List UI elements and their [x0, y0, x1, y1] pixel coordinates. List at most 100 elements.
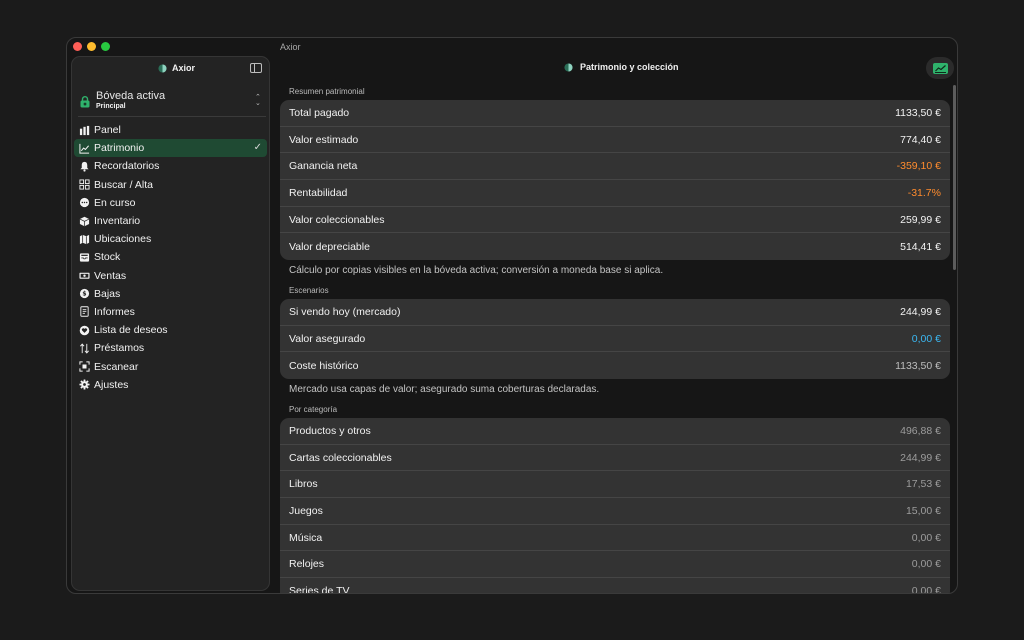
checkmark-icon: ✓	[253, 142, 262, 154]
grid-icon	[78, 179, 90, 191]
sidebar-item-bajas[interactable]: $ Bajas	[74, 285, 267, 303]
sidebar-item-label: Lista de deseos	[94, 324, 168, 337]
zoom-window-button[interactable]	[101, 42, 110, 51]
sidebar-item-en-curso[interactable]: En curso	[74, 194, 267, 212]
heart-icon	[78, 324, 90, 336]
table-row: Si vendo hoy (mercado) 244,99 €	[280, 299, 950, 326]
row-value: -31.7%	[907, 186, 941, 199]
report-icon	[78, 306, 90, 318]
app-logo-icon	[158, 64, 167, 73]
section-title-categories: Por categoría	[289, 405, 338, 414]
row-value: 0,00 €	[911, 558, 941, 571]
row-label: Rentabilidad	[289, 186, 348, 199]
vault-lock-icon	[80, 96, 90, 108]
sidebar-item-label: Informes	[94, 305, 135, 318]
sidebar-item-ubicaciones[interactable]: Ubicaciones	[74, 230, 267, 248]
row-label: Series de TV	[289, 585, 350, 594]
table-row: Coste histórico 1133,50 €	[280, 352, 950, 379]
sidebar-item-escanear[interactable]: Escanear	[74, 357, 267, 375]
chart-toggle-button[interactable]	[926, 57, 954, 79]
row-label: Valor estimado	[289, 133, 359, 146]
table-row: Valor asegurado 0,00 €	[280, 326, 950, 353]
sidebar-nav: Panel Patrimonio ✓ Recordatorios Buscar …	[72, 121, 269, 394]
sidebar-item-label: Patrimonio	[94, 142, 145, 155]
table-row: Productos y otros 496,88 €	[280, 418, 950, 445]
sidebar-item-label: Ventas	[94, 269, 127, 282]
vault-selector[interactable]: Bóveda activa Principal ⌃ ⌄	[78, 89, 266, 117]
sidebar-item-ventas[interactable]: Ventas	[74, 267, 267, 285]
sidebar-toggle-icon[interactable]	[250, 63, 262, 73]
scenarios-note: Mercado usa capas de valor; asegurado su…	[289, 384, 600, 395]
box-icon	[78, 215, 90, 227]
row-value: 244,99 €	[900, 305, 941, 318]
row-label: Relojes	[289, 558, 325, 571]
sidebar-item-informes[interactable]: Informes	[74, 303, 267, 321]
cash-icon	[78, 270, 90, 282]
row-label: Total pagado	[289, 106, 350, 119]
row-label: Coste histórico	[289, 359, 359, 372]
sidebar-item-label: En curso	[94, 196, 136, 209]
close-window-button[interactable]	[73, 42, 82, 51]
section-title-scenarios: Escenarios	[289, 286, 329, 295]
sidebar-item-label: Stock	[94, 251, 121, 264]
sidebar-item-label: Panel	[94, 124, 121, 137]
table-row: Cartas coleccionables 244,99 €	[280, 445, 950, 472]
row-value: -359,10 €	[896, 160, 941, 173]
bell-icon	[78, 160, 90, 172]
sidebar-item-label: Bajas	[94, 287, 121, 300]
sidebar-item-inventario[interactable]: Inventario	[74, 212, 267, 230]
row-label: Juegos	[289, 504, 323, 517]
scenarios-card: Si vendo hoy (mercado) 244,99 € Valor aseg…	[280, 299, 950, 380]
table-row: Valor depreciable 514,41 €	[280, 233, 950, 260]
sidebar-item-label: Préstamos	[94, 342, 145, 355]
svg-text:$: $	[82, 291, 86, 298]
row-label: Productos y otros	[289, 424, 371, 437]
vertical-scrollbar[interactable]	[953, 85, 956, 270]
bar-chart-icon	[78, 124, 90, 136]
row-value: 1133,50 €	[895, 359, 941, 372]
row-value: 15,00 €	[905, 504, 941, 517]
row-label: Libros	[289, 478, 318, 491]
sidebar-item-buscar-alta[interactable]: Buscar / Alta	[74, 176, 267, 194]
row-label: Si vendo hoy (mercado)	[289, 305, 401, 318]
page-title: Patrimonio y colección	[580, 62, 679, 72]
row-value: 496,88 €	[900, 424, 941, 437]
window-title: Axior	[280, 42, 301, 52]
main-header: Patrimonio y colección	[272, 56, 957, 80]
sidebar: Axior Bóveda activa Principal ⌃ ⌄ Panel P…	[71, 56, 270, 591]
row-label: Valor coleccionables	[289, 213, 385, 226]
chevron-updown-icon: ⌃ ⌄	[255, 94, 261, 107]
minimize-window-button[interactable]	[87, 42, 96, 51]
summary-note: Cálculo por copias visibles en la bóveda…	[289, 265, 664, 276]
sidebar-item-label: Inventario	[94, 215, 141, 228]
table-row: Valor estimado 774,40 €	[280, 127, 950, 154]
table-row: Libros 17,53 €	[280, 471, 950, 499]
app-logo-icon	[564, 63, 573, 72]
section-title-summary: Resumen patrimonial	[289, 87, 365, 96]
gear-icon	[78, 379, 90, 391]
sidebar-item-lista-de-deseos[interactable]: Lista de deseos	[74, 321, 267, 339]
sidebar-item-label: Ubicaciones	[94, 233, 152, 246]
map-icon	[78, 233, 90, 245]
sidebar-item-recordatorios[interactable]: Recordatorios	[74, 157, 267, 175]
row-label: Ganancia neta	[289, 160, 358, 173]
row-label: Valor depreciable	[289, 240, 370, 253]
vault-name: Bóveda activa	[96, 90, 166, 102]
sidebar-item-prestamos[interactable]: Préstamos	[74, 339, 267, 357]
table-row: Series de TV 0,00 €	[280, 578, 950, 594]
sidebar-item-stock[interactable]: Stock	[74, 248, 267, 266]
sidebar-item-panel[interactable]: Panel	[74, 121, 267, 139]
sidebar-app-name: Axior	[172, 63, 196, 73]
sidebar-item-label: Recordatorios	[94, 160, 160, 173]
table-row: Música 0,00 €	[280, 525, 950, 552]
row-label: Música	[289, 531, 323, 544]
sidebar-item-ajustes[interactable]: Ajustes	[74, 376, 267, 394]
table-row: Juegos 15,00 €	[280, 498, 950, 525]
sidebar-item-patrimonio[interactable]: Patrimonio ✓	[74, 139, 267, 158]
row-value: 0,00 €	[911, 531, 941, 544]
transfer-icon	[78, 342, 90, 354]
row-value: 17,53 €	[905, 478, 941, 491]
table-row: Rentabilidad -31.7%	[280, 180, 950, 207]
row-value: 0,00 €	[911, 585, 941, 594]
row-label: Cartas coleccionables	[289, 451, 392, 464]
